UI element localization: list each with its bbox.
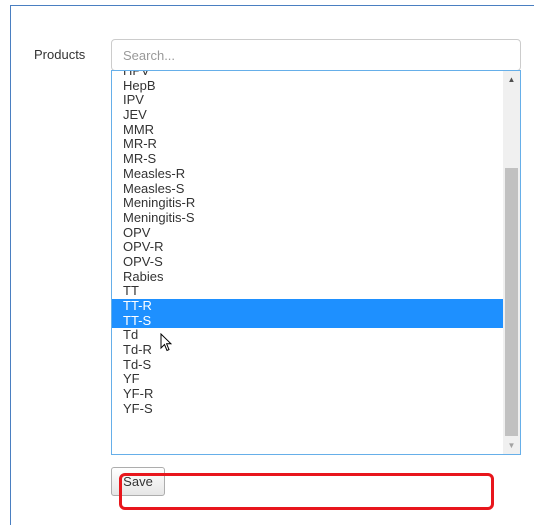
list-option[interactable]: Measles-S xyxy=(112,181,503,197)
products-options: HPV HepB IPV JEV MMR MR-R MR-S Measles-R Measles… xyxy=(112,71,503,417)
list-option[interactable]: MR-R xyxy=(112,137,503,152)
list-option[interactable]: Rabies xyxy=(112,269,503,285)
list-option[interactable]: OPV xyxy=(112,225,503,241)
list-option[interactable]: YF-S xyxy=(112,401,503,417)
list-option[interactable]: MMR xyxy=(112,122,503,138)
list-option[interactable]: JEV xyxy=(112,107,503,123)
list-option[interactable]: MR-S xyxy=(112,151,503,167)
list-option[interactable]: Td-S xyxy=(112,357,503,373)
list-option[interactable]: Meningitis-R xyxy=(112,195,503,211)
list-option[interactable]: OPV-R xyxy=(112,240,503,255)
list-option[interactable]: OPV-S xyxy=(112,254,503,270)
annotation-highlight-box xyxy=(119,473,494,510)
list-option[interactable]: YF-R xyxy=(112,386,503,402)
list-option[interactable]: IPV xyxy=(112,93,503,108)
products-label: Products xyxy=(34,47,86,62)
list-option[interactable]: Meningitis-S xyxy=(112,210,503,226)
list-option[interactable]: YF xyxy=(112,372,503,387)
listbox-scrollbar[interactable]: ▲ ▼ xyxy=(503,71,520,454)
list-option[interactable]: TT-R xyxy=(112,298,503,314)
list-option[interactable]: Measles-R xyxy=(112,166,503,182)
search-input[interactable] xyxy=(111,39,521,71)
list-option[interactable]: HepB xyxy=(112,78,503,94)
list-option[interactable]: HPV xyxy=(112,71,503,79)
scroll-up-icon[interactable]: ▲ xyxy=(503,71,520,88)
scrollbar-thumb[interactable] xyxy=(505,168,518,436)
list-option[interactable]: TT-S xyxy=(112,313,503,329)
mouse-cursor-icon xyxy=(160,333,172,352)
list-option[interactable]: TT xyxy=(112,284,503,299)
products-listbox[interactable]: HPV HepB IPV JEV MMR MR-R MR-S Measles-R Measles… xyxy=(111,70,521,455)
scroll-down-icon[interactable]: ▼ xyxy=(503,437,520,454)
